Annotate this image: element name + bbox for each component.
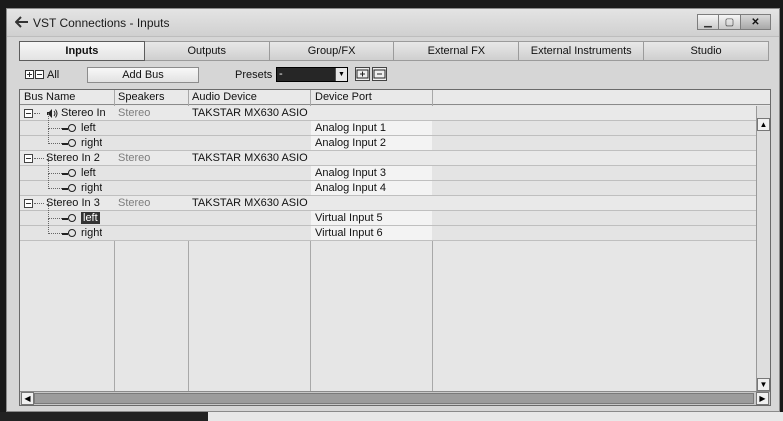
maximize-button[interactable]: ▢ [719,14,741,30]
scroll-up-icon[interactable]: ▲ [757,118,770,131]
background-strip-dark [0,412,208,421]
scroll-left-icon[interactable]: ◀ [21,392,34,405]
column-bus-name[interactable]: Bus Name [24,91,75,103]
tab-external-instruments[interactable]: External Instruments [519,41,645,61]
close-icon: ✕ [751,16,760,28]
channel-row[interactable]: right Analog Input 4 [20,173,757,196]
tab-bar: Inputs Outputs Group/FX External FX Exte… [19,41,769,61]
bus-name[interactable]: Stereo In 2 [46,152,100,164]
bus-name[interactable]: Stereo In [61,107,106,119]
minimize-button[interactable]: ▁ [697,14,719,30]
back-arrow-icon[interactable] [15,16,29,28]
channel-row[interactable]: right Analog Input 2 [20,128,757,151]
vertical-scrollbar[interactable]: ▲ ▼ [756,106,770,392]
channel-row[interactable]: left Virtual Input 5 [20,203,757,226]
title-bar[interactable]: VST Connections - Inputs ▁ ▢ ✕ [7,9,779,37]
channel-port[interactable]: Analog Input 3 [315,167,386,179]
channel-port[interactable]: Analog Input 2 [315,137,386,149]
channel-port[interactable]: Virtual Input 5 [315,212,383,224]
channel-row[interactable]: left Analog Input 3 [20,158,757,181]
bus-audio-device[interactable]: TAKSTAR MX630 ASIO D [192,197,308,209]
store-preset-button[interactable] [355,67,370,81]
tab-external-fx[interactable]: External FX [394,41,520,61]
horizontal-scrollbar[interactable]: ◀ ▶ [20,391,770,405]
collapse-icon[interactable] [24,154,33,163]
scroll-down-icon[interactable]: ▼ [757,378,770,391]
channel-port[interactable]: Virtual Input 6 [315,227,383,239]
expand-all-icon[interactable] [25,70,34,79]
chevron-down-icon[interactable]: ▼ [335,68,347,81]
toolbar: All Add Bus Presets - ▼ [19,66,769,86]
selected-channel-name[interactable]: left [81,212,100,224]
channel-port[interactable]: Analog Input 4 [315,182,386,194]
channel-row[interactable]: right Virtual Input 6 [20,218,757,241]
bus-row[interactable]: Stereo In 2 Stereo TAKSTAR MX630 ASIO D [20,151,757,166]
bus-speakers[interactable]: Stereo [118,197,150,209]
add-bus-button[interactable]: Add Bus [87,67,199,83]
grid-header: Bus Name Speakers Audio Device Device Po… [20,90,770,105]
tab-studio[interactable]: Studio [644,41,769,61]
tab-outputs[interactable]: Outputs [144,41,270,61]
channel-name[interactable]: left [81,212,100,224]
connections-grid: Bus Name Speakers Audio Device Device Po… [19,89,771,406]
column-device-port[interactable]: Device Port [315,91,372,103]
bus-row[interactable]: Stereo In Stereo TAKSTAR MX630 ASIO D [20,106,757,121]
channel-port[interactable]: Analog Input 1 [315,122,386,134]
window-title: VST Connections - Inputs [33,16,170,30]
close-button[interactable]: ✕ [741,14,771,30]
vst-connections-window: VST Connections - Inputs ▁ ▢ ✕ Inputs Ou… [6,8,780,412]
plug-icon [68,169,76,177]
channel-row[interactable]: left Analog Input 1 [20,113,757,136]
channel-name[interactable]: right [81,182,102,194]
maximize-icon: ▢ [724,16,735,28]
column-audio-device[interactable]: Audio Device [192,91,257,103]
channel-name[interactable]: left [81,122,96,134]
plug-icon [68,229,76,237]
plug-icon [68,124,76,132]
bus-name[interactable]: Stereo In 3 [46,197,100,209]
bus-row[interactable]: Stereo In 3 Stereo TAKSTAR MX630 ASIO D [20,196,757,211]
collapse-all-icon[interactable] [35,70,44,79]
tab-group-fx[interactable]: Group/FX [269,41,395,61]
all-label: All [47,69,60,81]
channel-name[interactable]: right [81,137,102,149]
bus-speakers[interactable]: Stereo [118,107,150,119]
bus-audio-device[interactable]: TAKSTAR MX630 ASIO D [192,152,308,164]
channel-name[interactable]: left [81,167,96,179]
bus-audio-device[interactable]: TAKSTAR MX630 ASIO D [192,107,308,119]
minimize-icon: ▁ [704,16,712,28]
collapse-icon[interactable] [24,199,33,208]
column-speakers[interactable]: Speakers [118,91,164,103]
remove-preset-icon [373,69,386,79]
plug-icon [68,214,76,222]
presets-label: Presets [235,69,273,81]
channel-name[interactable]: right [81,227,102,239]
collapse-icon[interactable] [24,109,33,118]
scroll-right-icon[interactable]: ▶ [756,392,769,405]
bus-speakers[interactable]: Stereo [118,152,150,164]
horizontal-scroll-thumb[interactable] [34,393,754,404]
store-preset-icon [356,69,369,79]
presets-dropdown[interactable]: - ▼ [276,67,348,82]
presets-value: - [279,68,283,80]
plug-icon [68,139,76,147]
plug-icon [68,184,76,192]
tab-inputs[interactable]: Inputs [19,41,145,61]
remove-preset-button[interactable] [372,67,387,81]
